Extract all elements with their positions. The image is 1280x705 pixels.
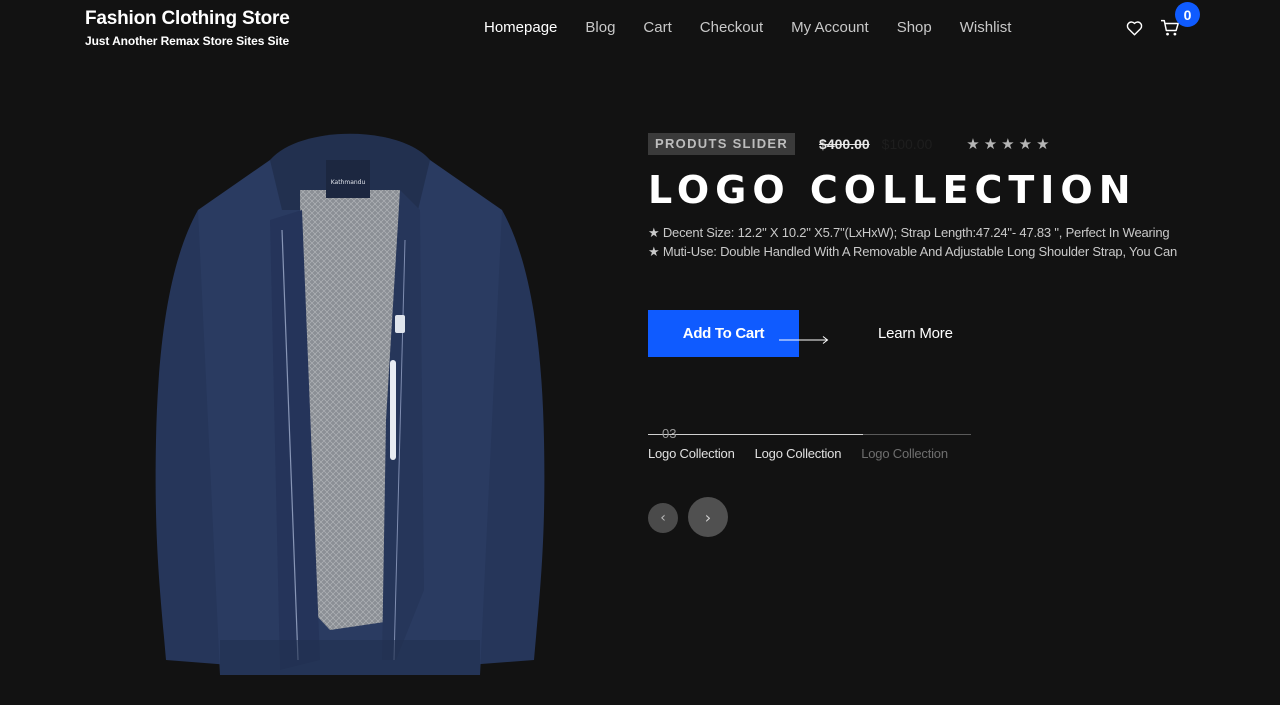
next-slide-button[interactable]: ›	[688, 497, 728, 537]
site-branding: Fashion Clothing Store Just Another Rema…	[85, 7, 290, 48]
slider-thumb[interactable]: Logo Collection	[755, 446, 842, 461]
jacket-brand-label: Kathmandu	[331, 179, 366, 186]
nav-item-shop[interactable]: Shop	[897, 18, 932, 38]
slider-thumb[interactable]: Logo Collection	[648, 446, 735, 461]
nav-item-homepage[interactable]: Homepage	[484, 18, 557, 38]
star-icon: ★	[983, 136, 998, 153]
slider-thumb[interactable]: Logo Collection	[861, 446, 948, 461]
rating-stars: ★ ★ ★ ★ ★	[966, 135, 1049, 153]
slider-thumbnails: Logo Collection Logo Collection Logo Col…	[648, 446, 968, 461]
sale-price: $100.00	[881, 136, 933, 152]
product-meta: PRODUTS SLIDER $400.00 $100.00 ★ ★ ★ ★ ★	[648, 133, 1050, 155]
star-icon: ★	[1018, 136, 1033, 153]
learn-more-link[interactable]: Learn More	[878, 325, 953, 342]
star-icon: ★	[966, 136, 980, 153]
slide-number: 03	[662, 426, 677, 441]
nav-item-my-account[interactable]: My Account	[791, 18, 869, 38]
feature-line: ★ Muti-Use: Double Handled With A Remova…	[648, 244, 1178, 259]
nav-item-checkout[interactable]: Checkout	[700, 18, 763, 38]
category-badge: PRODUTS SLIDER	[648, 133, 796, 155]
heart-icon	[1126, 21, 1142, 36]
product-image: Kathmandu	[155, 133, 545, 675]
add-to-cart-button[interactable]: Add To Cart	[648, 310, 799, 357]
product-features: ★ Decent Size: 12.2" X 10.2" X5.7"(LxHxW…	[648, 223, 1188, 261]
product-title: LOGO COLLECTION	[648, 168, 1137, 212]
site-title[interactable]: Fashion Clothing Store	[85, 7, 290, 31]
nav-item-wishlist[interactable]: Wishlist	[960, 18, 1012, 38]
star-icon: ★	[1001, 136, 1015, 153]
original-price: $400.00	[819, 136, 870, 152]
previous-slide-button[interactable]: ‹	[648, 503, 678, 533]
feature-line: ★ Decent Size: 12.2" X 10.2" X5.7"(LxHxW…	[648, 225, 1170, 240]
arrow-right-icon	[779, 336, 829, 344]
nav-item-blog[interactable]: Blog	[585, 18, 615, 38]
site-tagline: Just Another Remax Store Sites Site	[85, 34, 290, 48]
wishlist-button[interactable]	[1124, 18, 1144, 38]
star-icon: ★	[1036, 136, 1050, 153]
slider-progress-fill	[648, 434, 864, 435]
nav-item-cart[interactable]: Cart	[643, 18, 671, 38]
main-navigation: Homepage Blog Cart Checkout My Account S…	[484, 18, 1039, 38]
cart-count-badge: 0	[1175, 2, 1200, 27]
